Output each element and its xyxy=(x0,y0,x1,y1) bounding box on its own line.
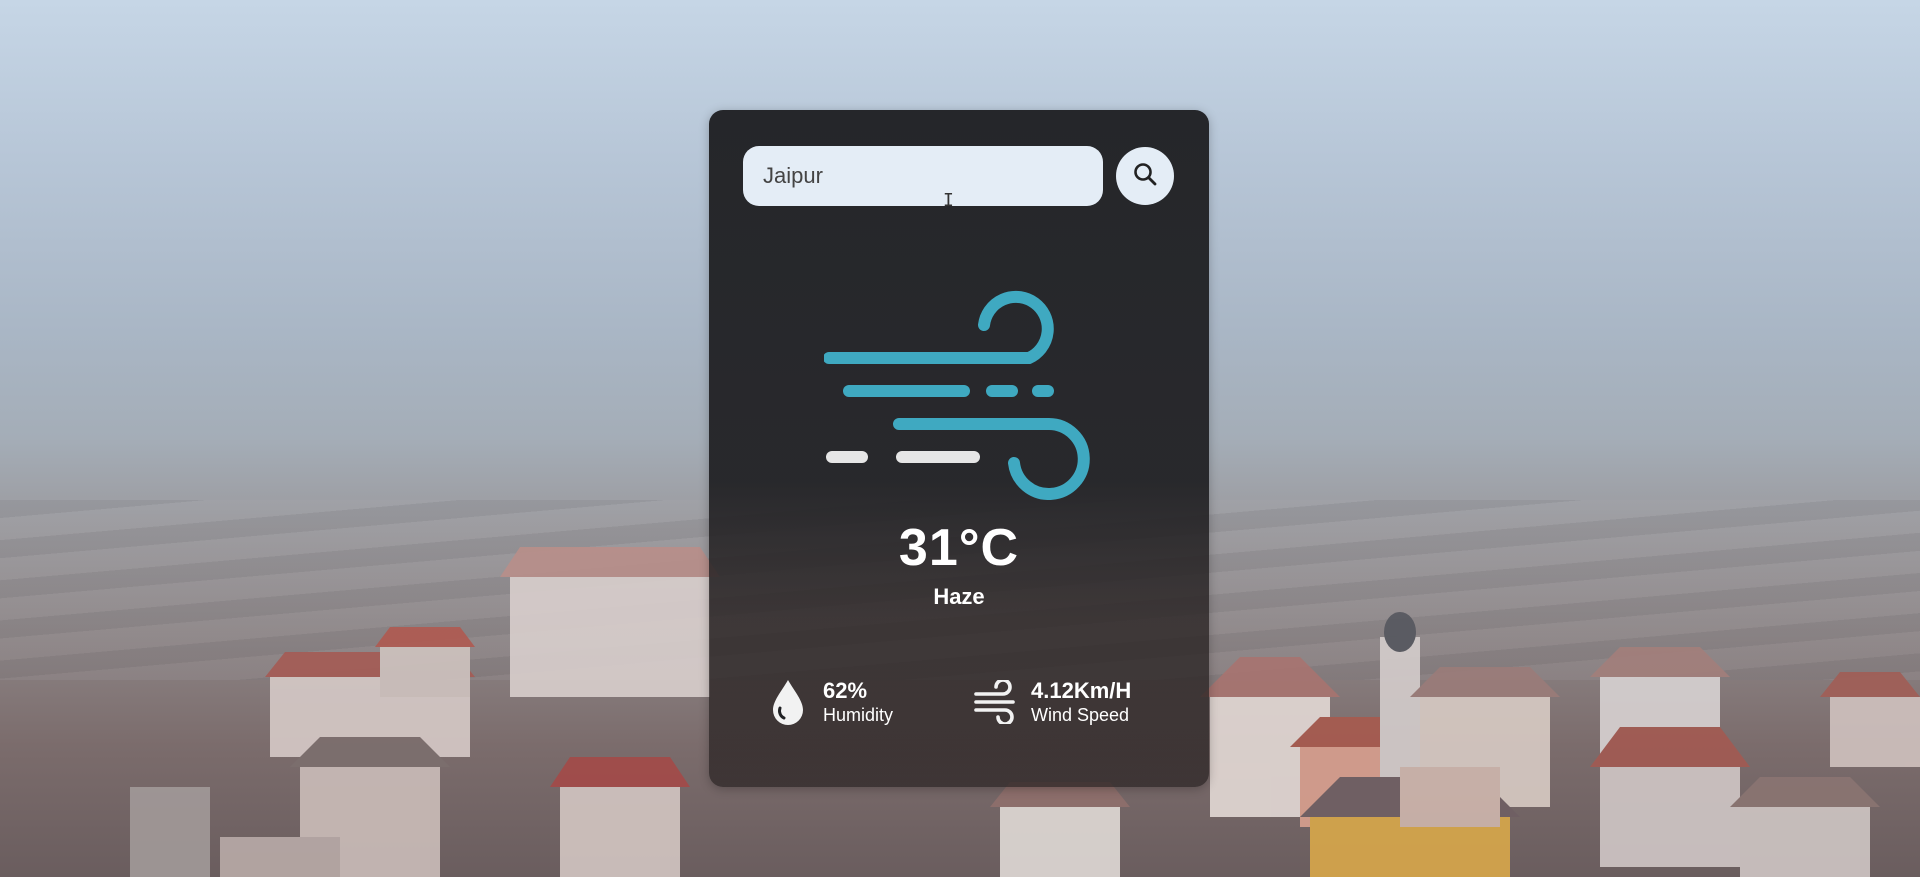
temperature: 31°C xyxy=(898,519,1020,577)
wind-icon xyxy=(823,280,1094,500)
humidity-value: 62% xyxy=(823,678,868,703)
humidity-label: Humidity xyxy=(823,705,894,725)
weather-condition: Haze xyxy=(933,584,985,609)
search-icon xyxy=(1132,161,1158,192)
text-cursor-icon: I xyxy=(943,190,954,211)
water-drop-icon xyxy=(765,674,811,730)
search-bar xyxy=(743,146,1175,206)
weather-card: 31°C Haze 62% Humidity 4.12Km/H Wind Spe… xyxy=(709,110,1209,787)
wind-speed-stat: 4.12Km/H Wind Speed xyxy=(973,672,1131,732)
humidity-stat: 62% Humidity xyxy=(765,672,893,732)
city-search-input[interactable] xyxy=(743,146,1103,206)
wind-speed-label: Wind Speed xyxy=(1031,705,1130,725)
wind-icon xyxy=(973,674,1019,730)
search-button[interactable] xyxy=(1116,147,1174,205)
humidity-text: 62% Humidity xyxy=(823,678,893,726)
wind-speed-text: 4.12Km/H Wind Speed xyxy=(1031,678,1131,726)
wind-speed-value: 4.12Km/H xyxy=(1031,678,1132,703)
